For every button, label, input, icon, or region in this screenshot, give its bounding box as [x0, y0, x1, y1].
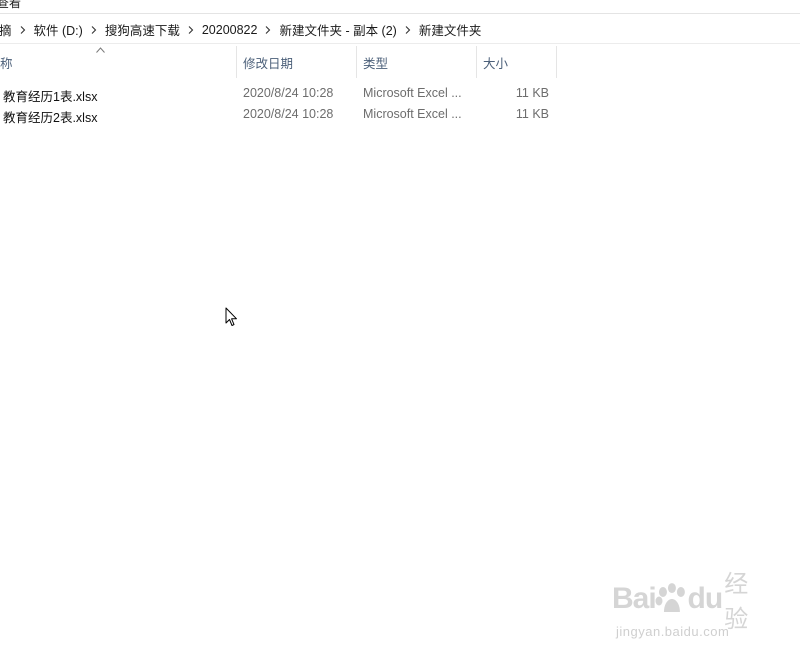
- file-size: 11 KB: [515, 86, 549, 100]
- chevron-right-icon[interactable]: [86, 25, 102, 34]
- file-row[interactable]: 教育经历2表.xlsx 2020/8/24 10:28 Microsoft Ex…: [0, 104, 560, 125]
- column-header-row: 称 修改日期 类型 大小: [0, 46, 800, 78]
- address-bar[interactable]: 摘 软件 (D:) 搜狗高速下载 20200822 新建文件夹 - 副本 (2)…: [0, 16, 800, 44]
- file-explorer-window: 查看 摘 软件 (D:) 搜狗高速下载 20200822 新建文件夹 - 副本 …: [0, 0, 800, 665]
- crumb-drive-d[interactable]: 软件 (D:): [31, 18, 86, 41]
- file-name[interactable]: 教育经历1表.xlsx: [3, 86, 97, 105]
- sort-ascending-icon: [96, 47, 105, 53]
- chevron-right-icon[interactable]: [400, 25, 416, 34]
- watermark-logo: Bai du 经验: [612, 570, 772, 633]
- file-date: 2020/8/24 10:28: [243, 107, 334, 121]
- column-header-date-label: 修改日期: [243, 56, 294, 71]
- file-type: Microsoft Excel ...: [363, 107, 462, 121]
- chevron-right-icon[interactable]: [183, 25, 199, 34]
- column-header-name[interactable]: 称: [0, 46, 237, 78]
- baidu-paw-icon: [655, 583, 685, 612]
- baidu-jingyan-watermark: Bai du 经验 jingyan.baidu.com: [612, 570, 772, 648]
- ribbon-strip: 查看: [0, 0, 800, 14]
- column-header-size[interactable]: 大小: [477, 46, 557, 78]
- watermark-brand-left: Bai: [612, 582, 657, 615]
- column-header-name-label: 称: [0, 56, 13, 71]
- watermark-brand-cn: 经验: [724, 570, 749, 633]
- file-type: Microsoft Excel ...: [363, 86, 462, 100]
- crumb-folder-copy-2[interactable]: 新建文件夹 - 副本 (2): [276, 18, 399, 41]
- watermark-brand-right: du: [687, 582, 724, 615]
- crumb-current-folder[interactable]: 新建文件夹: [416, 18, 485, 41]
- crumb-parent[interactable]: 摘: [0, 18, 15, 41]
- column-header-type[interactable]: 类型: [357, 46, 477, 78]
- file-size: 11 KB: [515, 107, 549, 121]
- view-menu-tab[interactable]: 查看: [0, 0, 21, 11]
- watermark-url: jingyan.baidu.com: [616, 624, 730, 639]
- breadcrumb: 摘 软件 (D:) 搜狗高速下载 20200822 新建文件夹 - 副本 (2)…: [0, 18, 484, 41]
- file-date: 2020/8/24 10:28: [243, 86, 334, 100]
- chevron-right-icon[interactable]: [15, 25, 31, 34]
- mouse-pointer-icon: [225, 307, 237, 326]
- file-name[interactable]: 教育经历2表.xlsx: [3, 107, 97, 126]
- column-header-date[interactable]: 修改日期: [237, 46, 357, 78]
- column-header-type-label: 类型: [363, 56, 389, 71]
- crumb-sogou-downloads[interactable]: 搜狗高速下载: [102, 18, 183, 41]
- file-row[interactable]: 教育经历1表.xlsx 2020/8/24 10:28 Microsoft Ex…: [0, 83, 560, 104]
- column-header-size-label: 大小: [483, 56, 509, 71]
- chevron-right-icon[interactable]: [260, 25, 276, 34]
- file-list: 教育经历1表.xlsx 2020/8/24 10:28 Microsoft Ex…: [0, 83, 800, 125]
- crumb-20200822[interactable]: 20200822: [199, 21, 261, 39]
